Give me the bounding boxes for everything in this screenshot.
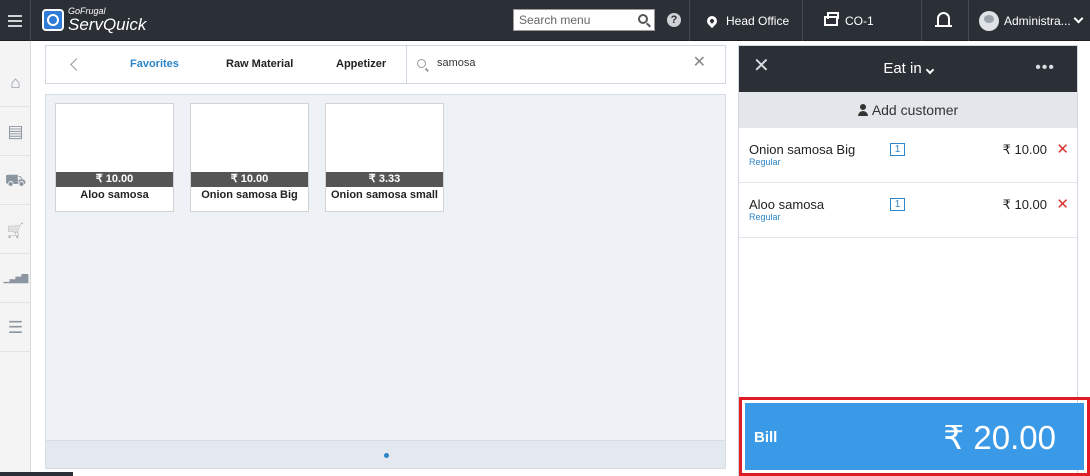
- clock-logo-icon: [42, 9, 64, 31]
- inventory-icon: ⛟: [4, 171, 27, 190]
- nav-reports[interactable]: ▁▃▅▇: [0, 255, 31, 303]
- nav-settings[interactable]: ☰: [0, 304, 31, 352]
- user-name: Administra...: [1004, 13, 1071, 28]
- product-image: [56, 104, 173, 172]
- bottom-strip: [0, 472, 73, 476]
- divider: [802, 0, 803, 41]
- nav-home[interactable]: ⌂: [0, 59, 31, 107]
- search-icon[interactable]: [638, 14, 648, 24]
- order-line-variant[interactable]: Regular: [749, 212, 781, 222]
- settings-sliders-icon: ☰: [7, 318, 24, 337]
- order-line[interactable]: Onion samosa Big Regular 1 ₹ 10.00 ✕: [739, 128, 1077, 183]
- cart-icon: 🛒: [6, 221, 25, 238]
- item-search: ✕: [406, 46, 726, 83]
- home-icon: ⌂: [10, 73, 21, 92]
- order-line[interactable]: Aloo samosa Regular 1 ₹ 10.00 ✕: [739, 183, 1077, 238]
- user-menu[interactable]: Administra...: [979, 0, 1084, 41]
- help-icon[interactable]: ?: [667, 13, 681, 27]
- bill-total: ₹ 20.00: [943, 419, 1056, 456]
- order-line-name: Aloo samosa: [749, 197, 825, 212]
- add-user-icon: [857, 104, 868, 116]
- counter-selector[interactable]: CO-1: [824, 0, 874, 41]
- avatar: [979, 10, 999, 31]
- counter-printer-icon: [824, 11, 839, 26]
- catalog-icon: ▤: [7, 122, 24, 141]
- product-price: ₹ 10.00: [191, 172, 308, 187]
- more-options-icon[interactable]: •••: [1035, 59, 1055, 77]
- location-selector[interactable]: Head Office: [704, 0, 790, 41]
- product-name: Onion samosa Big: [201, 189, 298, 201]
- notification-bell-icon[interactable]: [935, 12, 952, 27]
- order-line-quantity[interactable]: 1: [890, 143, 905, 156]
- divider: [921, 0, 922, 41]
- top-bar: GoFrugal ServQuick ? Head Office CO-1 Ad…: [0, 0, 1090, 41]
- chevron-down-icon: [1073, 13, 1084, 24]
- item-search-input[interactable]: [437, 57, 667, 69]
- product-grid: ₹ 10.00 Aloo samosa ₹ 10.00 Onion samosa…: [45, 94, 726, 469]
- product-image: [191, 104, 308, 172]
- location-label: Head Office: [726, 13, 790, 28]
- category-bar: Favorites Raw Material Appetizer ✕: [45, 45, 726, 84]
- order-line-variant[interactable]: Regular: [749, 157, 781, 167]
- tab-raw-material[interactable]: Raw Material: [226, 58, 293, 70]
- divider: [689, 0, 690, 41]
- order-line-name: Onion samosa Big: [749, 142, 856, 157]
- page-indicator-dot[interactable]: [384, 453, 389, 458]
- order-header: ✕ Eat in •••: [739, 46, 1077, 92]
- product-name: Onion samosa small: [331, 189, 438, 201]
- bill-button[interactable]: Bill ₹ 20.00: [745, 403, 1084, 470]
- add-customer-button[interactable]: Add customer: [739, 92, 1077, 128]
- order-line-price: ₹ 10.00: [1002, 197, 1047, 212]
- product-price: ₹ 10.00: [56, 172, 173, 187]
- servquick-logo: GoFrugal ServQuick: [42, 5, 146, 35]
- order-line-quantity[interactable]: 1: [890, 198, 905, 211]
- product-image: [326, 104, 443, 172]
- bill-label: Bill: [754, 429, 778, 446]
- menu-search-box: [513, 9, 655, 31]
- product-card[interactable]: ₹ 10.00 Aloo samosa: [55, 103, 174, 212]
- counter-label: CO-1: [845, 13, 874, 28]
- chevron-left-icon[interactable]: [70, 58, 83, 71]
- reports-icon: ▁▃▅▇: [3, 273, 29, 283]
- pagination-bar: [46, 440, 725, 468]
- product-price: ₹ 3.33: [326, 172, 443, 187]
- remove-item-icon[interactable]: ✕: [1056, 140, 1069, 158]
- location-pin-icon: [704, 13, 720, 28]
- order-mode-label: Eat in: [883, 60, 922, 77]
- product-name: Aloo samosa: [80, 189, 149, 201]
- menu-search-input[interactable]: [519, 13, 631, 27]
- add-customer-label: Add customer: [871, 102, 959, 118]
- tab-favorites[interactable]: Favorites: [130, 58, 179, 70]
- left-navigation: ⌂ ▤ ⛟ 🛒 ▁▃▅▇ ☰: [0, 41, 31, 476]
- nav-inventory[interactable]: ⛟: [0, 157, 31, 205]
- chevron-down-icon: [925, 65, 934, 75]
- search-icon: [417, 59, 426, 68]
- hamburger-menu-icon[interactable]: [0, 0, 31, 41]
- divider: [968, 0, 969, 41]
- remove-item-icon[interactable]: ✕: [1056, 195, 1069, 213]
- nav-cart[interactable]: 🛒: [0, 206, 31, 254]
- bill-highlight-frame: Bill ₹ 20.00: [739, 397, 1090, 476]
- order-mode-dropdown[interactable]: Eat in: [739, 60, 1077, 77]
- product-card[interactable]: ₹ 10.00 Onion samosa Big: [190, 103, 309, 212]
- tab-appetizer[interactable]: Appetizer: [336, 58, 386, 70]
- nav-catalog[interactable]: ▤: [0, 108, 31, 156]
- clear-search-icon[interactable]: ✕: [693, 55, 706, 71]
- logo-product-text: ServQuick: [68, 15, 147, 34]
- product-card[interactable]: ₹ 3.33 Onion samosa small: [325, 103, 444, 212]
- order-line-price: ₹ 10.00: [1002, 142, 1047, 157]
